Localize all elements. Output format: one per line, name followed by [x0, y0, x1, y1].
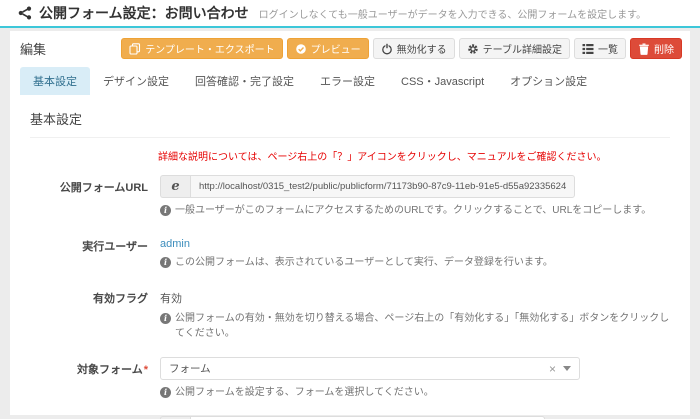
target-form-help: i 公開フォームを設定する、フォームを選択してください。: [160, 385, 580, 400]
template-export-label: テンプレート・エクスポート: [145, 41, 274, 56]
clear-selection-icon[interactable]: ×: [549, 362, 556, 376]
info-icon: i: [160, 387, 171, 398]
public-form-url-row: 公開フォームURL e i 一般ユーザーがこのフォームにアクセスするためのURL…: [30, 175, 670, 218]
public-form-url-help: i 一般ユーザーがこのフォームにアクセスするためのURLです。クリックすることで…: [160, 203, 651, 218]
section-heading: 基本設定: [30, 103, 670, 138]
tab-basic-settings[interactable]: 基本設定: [20, 67, 90, 95]
chevron-down-icon: [563, 366, 571, 371]
preview-label: プレビュー: [311, 41, 361, 56]
template-export-button[interactable]: テンプレート・エクスポート: [121, 38, 282, 59]
share-icon: [18, 6, 32, 20]
info-icon: i: [160, 257, 171, 268]
page-header: 公開フォーム設定：お問い合わせ ログインしなくても一般ユーザーがデータを入力でき…: [0, 0, 700, 28]
settings-tabs: 基本設定 デザイン設定 回答確認・完了設定 エラー設定 CSS・Javascri…: [10, 67, 690, 95]
disable-button[interactable]: 無効化する: [373, 38, 455, 59]
delete-button[interactable]: 削除: [630, 38, 682, 59]
manual-notice: 詳細な説明については、ページ右上の「？」アイコンをクリックし、マニュアルをご確認…: [158, 148, 670, 163]
target-form-selected-value: フォーム: [169, 361, 549, 376]
active-flag-value: 有効: [160, 286, 670, 306]
power-icon: [381, 43, 393, 55]
page-subtitle: ログインしなくても一般ユーザーがデータを入力できる、公開フォームを設定します。: [259, 6, 647, 21]
page-title: 公開フォーム設定：お問い合わせ: [39, 3, 249, 23]
check-circle-icon: [295, 43, 307, 55]
tab-error-settings[interactable]: エラー設定: [307, 67, 388, 95]
public-form-url-input[interactable]: [190, 175, 575, 198]
table-settings-label: テーブル詳細設定: [483, 41, 562, 56]
info-icon: i: [160, 205, 171, 216]
execute-user-label: 実行ユーザー: [30, 234, 148, 270]
execute-user-link[interactable]: admin: [160, 234, 190, 250]
list-icon: [582, 43, 594, 55]
delete-label: 削除: [654, 41, 674, 56]
tab-design-settings[interactable]: デザイン設定: [90, 67, 182, 95]
main-card: 編集 テンプレート・エクスポート プレビュー: [10, 31, 690, 415]
public-form-url-label: 公開フォームURL: [30, 175, 148, 218]
preview-button[interactable]: プレビュー: [287, 38, 369, 59]
toolbar: 編集 テンプレート・エクスポート プレビュー: [10, 31, 690, 64]
active-flag-row: 有効フラグ 有効 i 公開フォームの有効・無効を切り替える場合、ページ右上の「有…: [30, 286, 670, 341]
gear-icon: [467, 43, 479, 55]
target-form-label: 対象フォーム: [77, 364, 143, 376]
disable-label: 無効化する: [397, 41, 447, 56]
target-form-select[interactable]: フォーム ×: [160, 357, 580, 380]
trash-icon: [638, 43, 650, 55]
active-flag-label: 有効フラグ: [30, 286, 148, 341]
target-form-row: 対象フォーム* フォーム × i 公開フォームを設定する、フォームを選択してくだ…: [30, 357, 670, 400]
tab-confirm-complete-settings[interactable]: 回答確認・完了設定: [182, 67, 307, 95]
tab-css-javascript[interactable]: CSS・Javascript: [388, 67, 497, 95]
active-flag-help: i 公開フォームの有効・無効を切り替える場合、ページ右上の「有効化する」「無効化…: [160, 311, 670, 341]
tab-option-settings[interactable]: オプション設定: [497, 67, 600, 95]
list-button[interactable]: 一覧: [574, 38, 626, 59]
table-settings-button[interactable]: テーブル詳細設定: [459, 38, 570, 59]
list-label: 一覧: [598, 41, 618, 56]
execute-user-help: i この公開フォームは、表示されているユーザーとして実行、データ登録を行います。: [160, 255, 553, 270]
execute-user-row: 実行ユーザー admin i この公開フォームは、表示されているユーザーとして実…: [30, 234, 670, 270]
basic-settings-panel: 基本設定 詳細な説明については、ページ右上の「？」アイコンをクリックし、マニュア…: [10, 95, 690, 419]
copy-icon: [129, 43, 141, 55]
required-mark: *: [144, 364, 148, 376]
mode-label: 編集: [20, 39, 46, 58]
info-icon: i: [160, 313, 171, 324]
browser-e-icon: e: [160, 175, 190, 198]
